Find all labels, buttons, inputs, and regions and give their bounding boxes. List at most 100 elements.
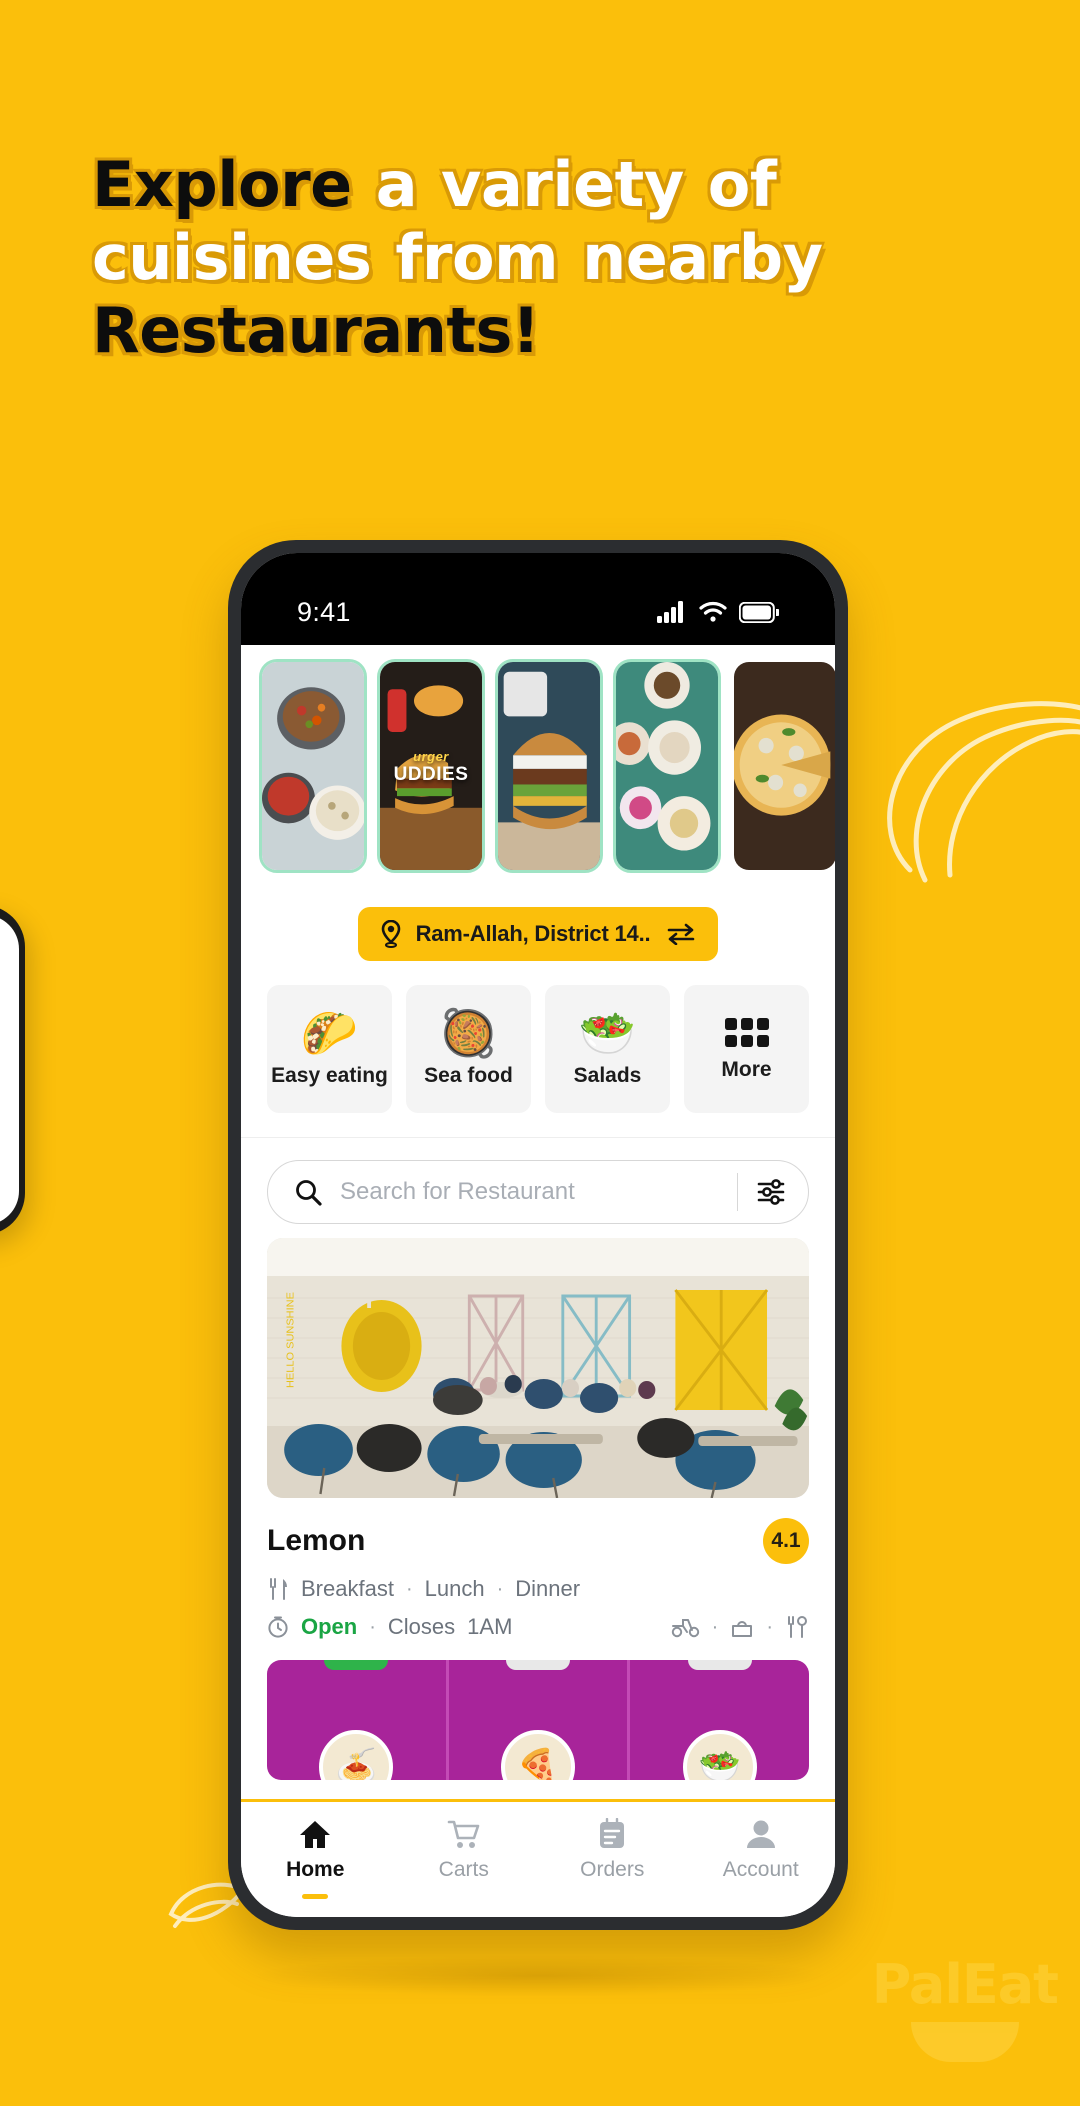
promo-headline: Explore a variety of cuisines from nearby Res… — [92, 148, 992, 367]
search-icon — [296, 1180, 322, 1206]
restaurant-feed: HELLO SUNSHINE Lemon 4.1 Breakfast · Lun… — [241, 1238, 835, 1799]
story-subcaption: urger — [413, 749, 449, 765]
separator-dot: · — [711, 1615, 719, 1638]
promo-tab — [687, 1660, 752, 1670]
search-bar[interactable]: Search for Restaurant — [267, 1160, 809, 1224]
promo-dish-icon: 🍕 — [501, 1730, 575, 1780]
separator-dot: · — [369, 1615, 376, 1638]
category-label: Sea food — [424, 1064, 513, 1087]
category-easy-eating[interactable]: 🌮 Easy eating — [267, 985, 392, 1113]
clock-icon — [268, 1616, 288, 1638]
service-icons: · · — [670, 1615, 809, 1639]
account-person-icon — [746, 1820, 775, 1848]
grid-more-icon — [724, 1018, 769, 1047]
category-row: 🌮 Easy eating 🥘 Sea food 🥗 Salads More — [241, 973, 835, 1138]
restaurant-photo[interactable]: HELLO SUNSHINE — [267, 1238, 809, 1498]
promo-tab — [506, 1660, 570, 1670]
nav-item-carts[interactable]: Carts — [390, 1818, 539, 1882]
story-item[interactable] — [731, 659, 835, 873]
nav-label: Orders — [580, 1858, 645, 1881]
cutlery-icon — [270, 1578, 287, 1600]
category-more[interactable]: More — [684, 985, 809, 1113]
filter-sliders-icon[interactable] — [756, 1178, 786, 1206]
nav-item-account[interactable]: Account — [687, 1818, 836, 1882]
headline-word: a — [375, 148, 418, 221]
restaurant-header: Lemon 4.1 — [267, 1518, 809, 1564]
svg-text:HELLO SUNSHINE: HELLO SUNSHINE — [285, 1292, 297, 1388]
wifi-icon — [699, 601, 727, 622]
taco-icon: 🌮 — [300, 1007, 359, 1059]
promo-cell: 🍝 — [267, 1660, 449, 1780]
category-label: More — [721, 1058, 772, 1081]
open-status: Open — [301, 1614, 358, 1639]
restaurant-interior-photo: HELLO SUNSHINE — [267, 1238, 809, 1498]
status-time: 9:41 — [297, 596, 351, 627]
restaurant-meals: Breakfast · Lunch · Dinner — [267, 1576, 809, 1602]
home-icon — [300, 1821, 331, 1848]
headline-word: of — [707, 148, 777, 221]
nav-item-orders[interactable]: Orders — [538, 1818, 687, 1882]
story-item[interactable]: urger UDDIES — [377, 659, 485, 873]
promo-cell: 🥗 — [630, 1660, 809, 1780]
active-indicator — [302, 1894, 329, 1899]
story-big-burger-image — [498, 662, 600, 870]
promo-tab — [324, 1660, 389, 1670]
headline-word: variety — [441, 148, 684, 221]
story-item[interactable] — [495, 659, 603, 873]
nav-label: Carts — [438, 1858, 489, 1881]
nav-label: Account — [722, 1858, 799, 1881]
separator-dot: · — [405, 1577, 413, 1600]
nav-item-home[interactable]: Home — [241, 1818, 390, 1899]
headline-word: from — [395, 221, 559, 295]
dine-in-icon — [788, 1616, 807, 1638]
promo-dish-icon: 🥗 — [682, 1730, 757, 1780]
story-caption: urger UDDIES — [380, 749, 482, 786]
headline-word: cuisines — [92, 221, 372, 295]
headline-line-1: Explore a variety of — [92, 148, 992, 221]
app-screen: 9:41 urger UDDIES Ram-Allah, District 14… — [241, 553, 835, 1917]
story-dessert-plates-image — [616, 662, 718, 870]
status-icons — [657, 601, 779, 623]
location-text: Ram-Allah, District 14.. — [415, 921, 651, 946]
category-label: Salads — [573, 1064, 642, 1087]
closes-label: Closes — [387, 1614, 456, 1639]
delivery-scooter-icon — [671, 1619, 699, 1638]
headline-word: Restaurants! — [92, 294, 540, 368]
status-bar: 9:41 — [241, 553, 835, 645]
promo-dish-icon: 🍝 — [319, 1730, 394, 1780]
phone-drop-shadow — [250, 1955, 830, 1997]
location-pin-icon — [381, 920, 400, 948]
meal-label: Breakfast — [301, 1576, 394, 1601]
cellular-signal-icon — [657, 601, 683, 623]
headline-line-2: cuisines from nearby — [92, 221, 992, 294]
promo-banner[interactable]: 🍝 🍕 🥗 — [267, 1660, 809, 1780]
category-sea-food[interactable]: 🥘 Sea food — [406, 985, 531, 1113]
search-section: Search for Restaurant — [241, 1138, 835, 1238]
stories-carousel[interactable]: urger UDDIES — [241, 645, 835, 891]
swap-arrows-icon[interactable] — [666, 923, 696, 945]
restaurant-name: Lemon — [267, 1524, 366, 1557]
headline-word: Explore — [92, 148, 352, 221]
takeout-bag-icon — [732, 1621, 753, 1637]
paleat-watermark: PalEat — [872, 1953, 1059, 2062]
headline-word: nearby — [582, 221, 823, 295]
orders-clipboard-icon — [600, 1818, 625, 1848]
story-pizza-board-image — [734, 662, 835, 870]
story-item[interactable] — [259, 659, 367, 873]
bottom-navigation: Home Carts Orders Account — [241, 1799, 835, 1917]
category-salads[interactable]: 🥗 Salads — [545, 985, 670, 1113]
separator-dot: · — [766, 1615, 773, 1638]
story-skillet-dishes-image — [262, 662, 364, 870]
search-input[interactable]: Search for Restaurant — [340, 1178, 719, 1206]
shrimp-pan-icon: 🥘 — [439, 1007, 498, 1059]
promo-cell: 🍕 — [449, 1660, 631, 1780]
cart-icon — [447, 1820, 480, 1848]
story-item[interactable] — [613, 659, 721, 873]
salad-bowl-icon: 🥗 — [578, 1007, 637, 1059]
category-label: Easy eating — [271, 1064, 388, 1087]
battery-icon — [739, 601, 779, 623]
location-chip[interactable]: Ram-Allah, District 14.. — [357, 907, 719, 961]
closes-time: 1AM — [467, 1614, 513, 1639]
location-bar: Ram-Allah, District 14.. — [241, 891, 835, 973]
meal-label: Lunch — [424, 1576, 485, 1601]
